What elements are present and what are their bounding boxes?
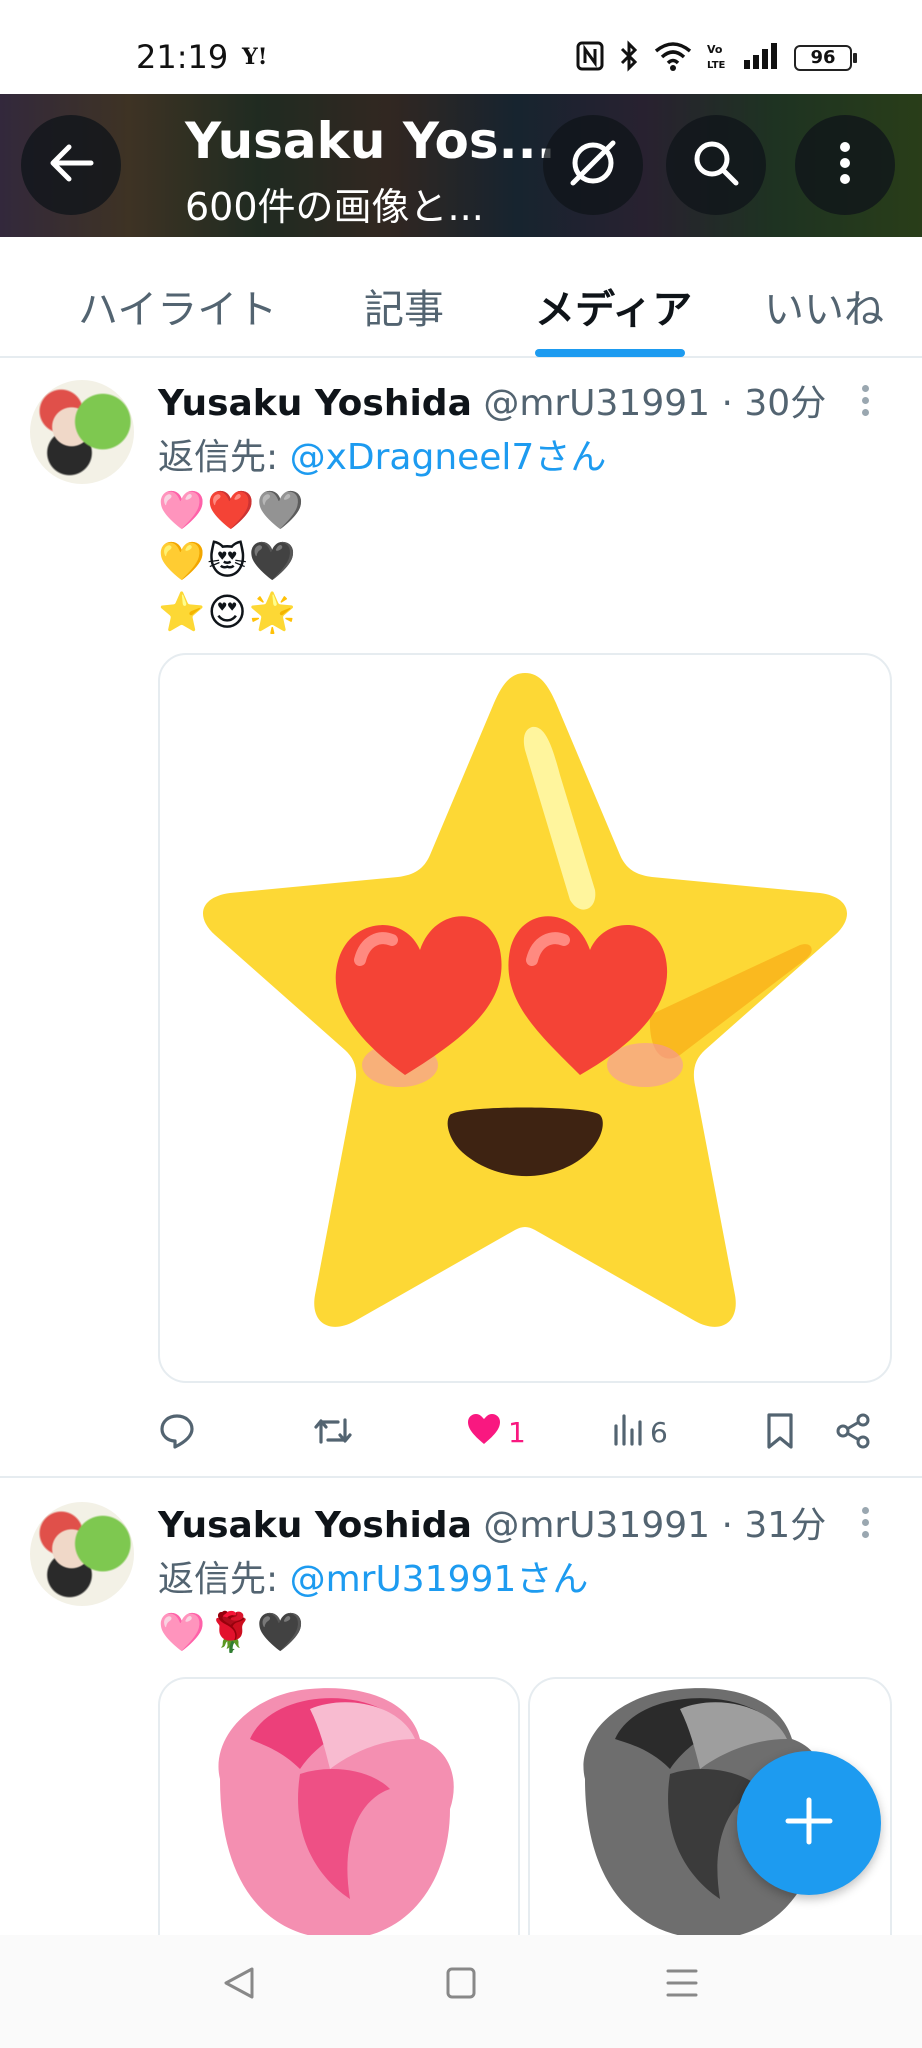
tweet-more-button[interactable] [862, 385, 874, 421]
plus-icon [784, 1796, 834, 1850]
tweet-text-line: ⭐😍🌟 [158, 590, 299, 634]
bookmark-button[interactable] [765, 1412, 795, 1457]
status-bar: 21:19 Y! Vo LTE 96 [0, 0, 922, 94]
nfc-icon [576, 41, 604, 75]
search-button[interactable] [666, 115, 766, 215]
reply-button[interactable] [158, 1412, 196, 1457]
triangle-back-icon [222, 1967, 256, 2005]
avatar[interactable] [30, 380, 134, 484]
tweet-more-button[interactable] [862, 1507, 874, 1543]
views-icon [612, 1412, 644, 1453]
retweet-icon [312, 1412, 354, 1457]
system-recents-button[interactable] [664, 1965, 700, 2005]
active-tab-indicator [535, 349, 685, 357]
reply-icon [158, 1412, 196, 1457]
pink-rose-emoji [218, 1688, 454, 1937]
grok-button[interactable] [543, 115, 643, 215]
more-options-button[interactable] [795, 115, 895, 215]
tweet-header: Yusaku Yoshida @mrU31991 · 30分 [158, 374, 826, 426]
tweet-text-line: 💛😻🖤 [158, 539, 299, 583]
back-button[interactable] [21, 115, 121, 215]
menu-lines-icon [664, 1969, 700, 2005]
reply-context: 返信先: @mrU31991さん [158, 1550, 588, 1602]
battery-icon: 96 [794, 45, 857, 71]
tweet-media-image[interactable] [158, 1677, 520, 1937]
system-navigation-bar [0, 1935, 922, 2048]
tab-likes[interactable]: いいね [764, 277, 884, 335]
system-back-button[interactable] [222, 1965, 256, 2005]
search-icon [691, 138, 741, 192]
tab-articles[interactable]: 記事 [364, 277, 444, 335]
bluetooth-icon [618, 40, 640, 76]
wifi-icon [654, 41, 692, 75]
profile-tabs: ハイライト 記事 メディア いいね [0, 237, 922, 358]
reply-prefix: 返信先: [158, 437, 290, 478]
profile-name-title: Yusaku Yos... [185, 112, 556, 170]
volte-icon: Vo LTE [706, 41, 728, 75]
reply-mention-link[interactable]: @mrU31991さん [290, 1559, 589, 1600]
tweet-text-line: 🩷❤️🩶 [158, 488, 306, 532]
reply-context: 返信先: @xDragneel7さん [158, 428, 606, 480]
share-button[interactable] [834, 1412, 872, 1457]
profile-header: Yusaku Yos... 600件の画像と... [0, 94, 922, 237]
views-button[interactable]: 6 [612, 1412, 668, 1453]
profile-media-count: 600件の画像と... [185, 185, 484, 229]
tab-media[interactable]: メディア [535, 277, 692, 335]
author-handle-time: @mrU31991 · 31分 [483, 1505, 827, 1546]
retweet-button[interactable] [312, 1412, 354, 1457]
author-name[interactable]: Yusaku Yoshida [158, 1505, 472, 1546]
tweet-header: Yusaku Yoshida @mrU31991 · 31分 [158, 1496, 826, 1548]
reply-prefix: 返信先: [158, 1559, 290, 1600]
status-time: 21:19 [136, 38, 229, 76]
author-handle-time: @mrU31991 · 30分 [483, 383, 827, 424]
square-home-icon [444, 1967, 478, 2005]
tweet-actions: 1 6 [0, 1402, 922, 1462]
bookmark-icon [765, 1412, 795, 1457]
tweet-media-image[interactable] [158, 653, 892, 1383]
tab-highlights[interactable]: ハイライト [78, 277, 277, 335]
view-count: 6 [650, 1416, 668, 1449]
svg-text:Vo: Vo [707, 43, 723, 56]
system-home-button[interactable] [444, 1965, 478, 2005]
reply-mention-link[interactable]: @xDragneel7さん [290, 437, 607, 478]
share-icon [834, 1412, 872, 1457]
like-count: 1 [508, 1416, 526, 1449]
tweet-text-line: 🩷🌹🖤 [158, 1610, 306, 1654]
like-button[interactable]: 1 [466, 1412, 526, 1453]
star-heart-eyes-emoji [203, 673, 847, 1327]
author-name[interactable]: Yusaku Yoshida [158, 383, 472, 424]
yahoo-icon: Y! [242, 44, 268, 70]
compose-post-button[interactable] [737, 1751, 881, 1895]
status-icons: Vo LTE 96 [576, 40, 857, 76]
tweet[interactable]: Yusaku Yoshida @mrU31991 · 30分 返信先: @xDr… [0, 360, 922, 1478]
signal-icon [742, 42, 780, 74]
heart-filled-icon [466, 1412, 502, 1453]
grok-icon [567, 137, 619, 193]
back-arrow-icon [47, 143, 95, 187]
more-vertical-icon [838, 140, 852, 190]
avatar[interactable] [30, 1502, 134, 1606]
svg-text:LTE: LTE [707, 60, 726, 71]
